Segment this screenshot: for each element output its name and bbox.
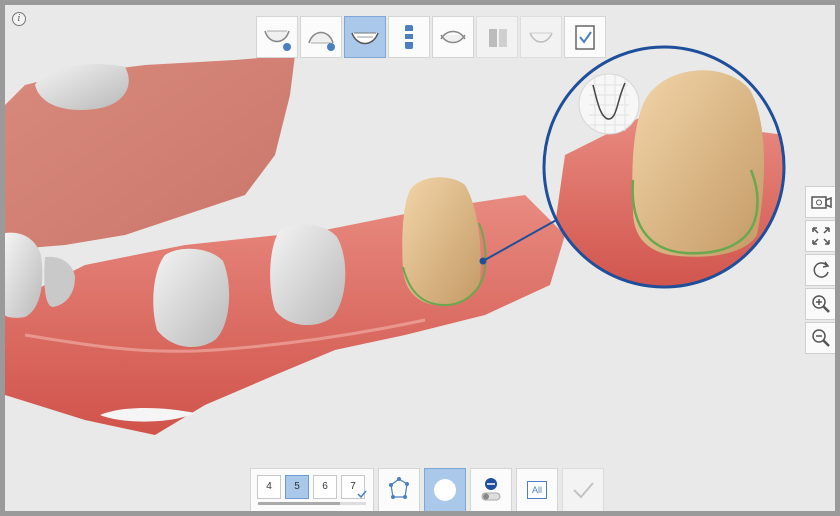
tooth-number-6[interactable]: 6 bbox=[313, 475, 337, 499]
jaw-scan-model[interactable] bbox=[5, 5, 835, 511]
tooth-scrollbar[interactable] bbox=[258, 502, 366, 505]
step-design[interactable] bbox=[520, 16, 562, 58]
crown-tooth-1 bbox=[153, 248, 230, 348]
workflow-toolbar bbox=[256, 13, 606, 59]
bite-icon bbox=[440, 30, 466, 44]
confirm-button[interactable] bbox=[562, 468, 604, 511]
camera-icon bbox=[811, 196, 832, 209]
erase-toggle-icon bbox=[481, 478, 501, 501]
circle-tool-button[interactable] bbox=[424, 468, 466, 511]
crown-tooth-2 bbox=[270, 224, 346, 326]
erase-toggle-button[interactable] bbox=[470, 468, 512, 511]
app-frame: i 4 5 6 7 All bbox=[0, 0, 840, 516]
tooth-number-5[interactable]: 5 bbox=[285, 475, 309, 499]
tooth-selector: 4 5 6 7 bbox=[250, 468, 374, 511]
rotate-button[interactable] bbox=[805, 254, 835, 286]
view-toolbar bbox=[805, 186, 835, 354]
margin-toolbar: 4 5 6 7 All bbox=[250, 468, 604, 511]
step-implant[interactable] bbox=[476, 16, 518, 58]
scan-body-icon bbox=[405, 25, 413, 49]
step-upper-jaw-scan[interactable] bbox=[256, 16, 298, 58]
step-finish[interactable] bbox=[564, 16, 606, 58]
zoom-out-icon bbox=[812, 329, 830, 347]
implant-icon bbox=[489, 29, 507, 47]
circle-tool-icon bbox=[434, 479, 456, 501]
zoom-in-icon bbox=[812, 295, 830, 313]
zoom-out-button[interactable] bbox=[805, 322, 835, 354]
step-scan-body[interactable] bbox=[388, 16, 430, 58]
zoom-in-button[interactable] bbox=[805, 288, 835, 320]
lower-jaw-icon bbox=[308, 31, 335, 51]
step-lower-jaw-scan[interactable] bbox=[300, 16, 342, 58]
step-margin-line[interactable] bbox=[344, 16, 386, 58]
prepared-tooth bbox=[402, 177, 481, 306]
fit-screen-icon bbox=[812, 227, 830, 245]
fit-screen-button[interactable] bbox=[805, 220, 835, 252]
polygon-tool-button[interactable] bbox=[378, 468, 420, 511]
tooth-number-4[interactable]: 4 bbox=[257, 475, 281, 499]
scan-viewport[interactable]: i 4 5 6 7 All bbox=[5, 5, 835, 511]
tooth-7-check-icon bbox=[357, 490, 367, 499]
magnified-tooth bbox=[632, 70, 765, 257]
info-icon[interactable]: i bbox=[12, 12, 26, 26]
polygon-tool-icon bbox=[389, 477, 409, 499]
rotate-icon bbox=[813, 261, 830, 278]
camera-button[interactable] bbox=[805, 186, 835, 218]
all-label: All bbox=[527, 481, 547, 499]
jaw-margin-icon bbox=[351, 32, 379, 45]
step-bite-alignment[interactable] bbox=[432, 16, 474, 58]
upper-jaw-icon bbox=[264, 30, 291, 51]
tooth-outline-icon bbox=[529, 32, 553, 43]
checklist-icon bbox=[575, 25, 595, 50]
cross-section-inset bbox=[578, 73, 640, 135]
select-all-button[interactable]: All bbox=[516, 468, 558, 511]
checkmark-icon bbox=[573, 482, 594, 499]
